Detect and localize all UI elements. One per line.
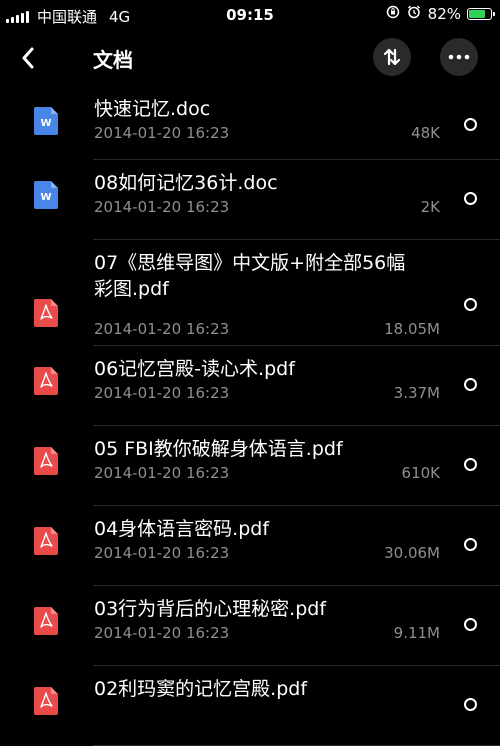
battery-icon xyxy=(467,8,495,20)
file-size: 3.37M xyxy=(393,384,440,402)
file-name: 07《思维导图》中文版+附全部56幅彩图.pdf xyxy=(94,252,406,300)
file-name: 08如何记忆36计.doc xyxy=(94,172,278,194)
file-item[interactable]: 04身体语言密码.pdf 2014-01-20 16:23 30.06M xyxy=(0,506,500,586)
select-radio[interactable] xyxy=(464,192,477,205)
svg-text:W: W xyxy=(40,118,51,129)
file-date: 2014-01-20 16:23 xyxy=(94,198,230,216)
sort-button[interactable] xyxy=(373,38,411,76)
page-title: 文档 xyxy=(93,48,133,72)
nav-bar: 文档 xyxy=(0,30,500,86)
ellipsis-icon xyxy=(448,54,470,60)
sort-arrows-icon xyxy=(383,48,401,66)
status-right: 82% xyxy=(386,5,495,23)
chevron-left-icon xyxy=(22,47,34,69)
file-item[interactable]: 07《思维导图》中文版+附全部56幅彩图.pdf 2014-01-20 16:23… xyxy=(0,240,500,346)
pdf-file-icon xyxy=(34,527,58,555)
file-name: 06记忆宫殿-读心术.pdf xyxy=(94,358,295,380)
select-radio[interactable] xyxy=(464,298,477,311)
file-item[interactable]: 02利玛窦的记忆宫殿.pdf xyxy=(0,666,500,746)
file-size: 18.05M xyxy=(384,320,440,338)
more-button[interactable] xyxy=(440,38,478,76)
file-date: 2014-01-20 16:23 xyxy=(94,624,230,642)
rotation-lock-icon xyxy=(386,5,400,23)
status-bar: 中国联通 4G 09:15 82% xyxy=(0,0,500,30)
file-name: 02利玛窦的记忆宫殿.pdf xyxy=(94,678,308,700)
file-item[interactable]: 03行为背后的心理秘密.pdf 2014-01-20 16:23 9.11M xyxy=(0,586,500,666)
file-date: 2014-01-20 16:23 xyxy=(94,464,230,482)
select-radio[interactable] xyxy=(464,698,477,711)
select-radio[interactable] xyxy=(464,618,477,631)
file-size: 9.11M xyxy=(393,624,440,642)
file-size: 30.06M xyxy=(384,544,440,562)
select-radio[interactable] xyxy=(464,378,477,391)
battery-level xyxy=(469,10,485,18)
back-button[interactable] xyxy=(10,40,46,76)
file-name: 03行为背后的心理秘密.pdf xyxy=(94,598,327,620)
file-name: 04身体语言密码.pdf xyxy=(94,518,270,540)
file-size: 2K xyxy=(420,198,440,216)
file-item[interactable]: 06记忆宫殿-读心术.pdf 2014-01-20 16:23 3.37M xyxy=(0,346,500,426)
alarm-icon xyxy=(407,5,421,23)
file-date: 2014-01-20 16:23 xyxy=(94,384,230,402)
pdf-file-icon xyxy=(34,299,58,327)
file-size: 610K xyxy=(401,464,440,482)
file-item[interactable]: W 08如何记忆36计.doc 2014-01-20 16:23 2K xyxy=(0,160,500,240)
battery-percent: 82% xyxy=(427,5,461,23)
select-radio[interactable] xyxy=(464,458,477,471)
file-name: 05 FBI教你破解身体语言.pdf xyxy=(94,438,343,460)
file-date: 2014-01-20 16:23 xyxy=(94,320,230,338)
word-doc-icon: W xyxy=(34,107,58,135)
select-radio[interactable] xyxy=(464,538,477,551)
file-size: 48K xyxy=(411,124,440,142)
pdf-file-icon xyxy=(34,367,58,395)
word-doc-icon: W xyxy=(34,181,58,209)
pdf-file-icon xyxy=(34,607,58,635)
file-item[interactable]: W 快速记忆.doc 2014-01-20 16:23 48K xyxy=(0,86,500,160)
svg-text:W: W xyxy=(40,192,51,203)
file-date: 2014-01-20 16:23 xyxy=(94,544,230,562)
file-date: 2014-01-20 16:23 xyxy=(94,124,230,142)
pdf-file-icon xyxy=(34,447,58,475)
select-radio[interactable] xyxy=(464,118,477,131)
file-item[interactable]: 05 FBI教你破解身体语言.pdf 2014-01-20 16:23 610K xyxy=(0,426,500,506)
file-list: W 快速记忆.doc 2014-01-20 16:23 48K W 08如何记忆36计.d… xyxy=(0,86,500,746)
file-name: 快速记忆.doc xyxy=(94,98,211,120)
